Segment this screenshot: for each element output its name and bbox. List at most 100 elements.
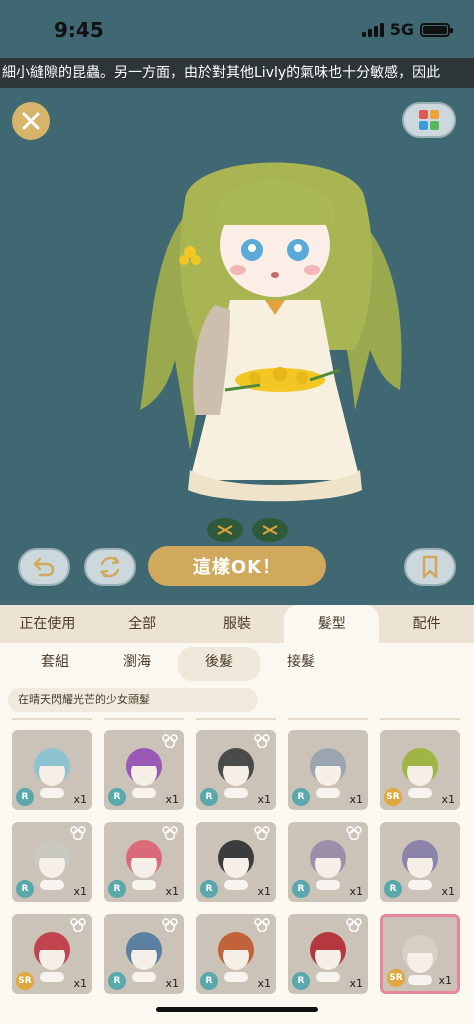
rotate-button[interactable] (84, 548, 136, 586)
item-count: x1 (349, 885, 363, 898)
rarity-badge: R (108, 788, 126, 806)
hair-item-card[interactable]: Rx1 (288, 730, 368, 810)
bookmark-button[interactable] (404, 548, 456, 586)
item-name-label: 在晴天閃耀光芒的少女頭髮 (8, 688, 258, 712)
hair-preview-icon (310, 840, 346, 878)
bear-icon (162, 826, 178, 840)
hair-preview-icon (402, 935, 438, 973)
hair-item-card[interactable]: Rx1 (196, 730, 276, 810)
hair-preview-icon (34, 748, 70, 786)
item-count: x1 (441, 885, 455, 898)
subtab-set[interactable]: 套組 (14, 647, 96, 681)
mannequin-stand (224, 880, 248, 890)
bear-icon (70, 918, 86, 932)
hair-item-card[interactable]: Rx1 (104, 730, 184, 810)
confirm-ok-button[interactable]: 這樣OK！ (148, 546, 326, 586)
item-count: x1 (73, 885, 87, 898)
item-count: x1 (165, 885, 179, 898)
divider (288, 718, 368, 720)
palette-icon (419, 110, 439, 130)
hair-item-card[interactable]: Rx1 (288, 822, 368, 902)
network-label: 5G (389, 20, 414, 39)
tab-all[interactable]: 全部 (95, 605, 190, 643)
hair-preview-icon (310, 748, 346, 786)
bear-icon (254, 918, 270, 932)
bear-icon (162, 734, 178, 748)
hair-preview-icon (218, 748, 254, 786)
rarity-badge: R (384, 880, 402, 898)
mannequin-stand (224, 788, 248, 798)
rarity-badge: SR (387, 969, 405, 987)
item-count: x1 (349, 793, 363, 806)
divider (12, 718, 92, 720)
tab-clothing[interactable]: 服裝 (190, 605, 285, 643)
item-count: x1 (73, 977, 87, 990)
hair-preview-icon (34, 932, 70, 970)
hair-item-card[interactable]: Rx1 (12, 822, 92, 902)
hair-item-card[interactable]: SR x1 (12, 914, 92, 994)
mannequin-stand (408, 788, 432, 798)
rarity-badge: R (292, 972, 310, 990)
battery-icon (420, 22, 453, 37)
status-time: 9:45 (54, 18, 104, 42)
item-count: x1 (349, 977, 363, 990)
avatar-character (140, 162, 402, 542)
divider (104, 718, 184, 720)
rarity-badge: SR (16, 972, 34, 990)
mannequin-stand (40, 788, 64, 798)
close-button[interactable] (12, 102, 50, 140)
bear-icon (254, 826, 270, 840)
rarity-badge: R (200, 880, 218, 898)
rotate-icon (100, 556, 120, 578)
subtab-bangs[interactable]: 瀏海 (96, 647, 178, 681)
mannequin-stand (408, 975, 432, 985)
hair-item-card[interactable]: Rx1 (12, 730, 92, 810)
rarity-badge: SR (384, 788, 402, 806)
hair-item-card[interactable]: Rx1 (196, 822, 276, 902)
subtab-extensions[interactable]: 接髮 (260, 647, 342, 681)
mannequin-stand (316, 880, 340, 890)
hair-item-card[interactable]: Rx1 (380, 822, 460, 902)
status-bar: 9:45 5G (0, 0, 474, 58)
hair-preview-icon (402, 840, 438, 878)
item-count: x1 (438, 974, 452, 987)
hair-item-card[interactable]: SR x1 (380, 730, 460, 810)
hair-item-card[interactable]: Rx1 (104, 914, 184, 994)
mannequin-stand (132, 972, 156, 982)
item-count: x1 (165, 793, 179, 806)
divider (380, 718, 460, 720)
hair-preview-icon (34, 840, 70, 878)
rarity-badge: R (292, 880, 310, 898)
hair-item-grid: Rx1 Rx1 Rx1 Rx1 SR x1 Rx1 Rx1 Rx1 Rx1 Rx1 SR x1 Rx1 Rx… (12, 730, 464, 994)
bear-icon (346, 826, 362, 840)
hair-preview-icon (218, 840, 254, 878)
hair-preview-icon (310, 932, 346, 970)
tab-hairstyle[interactable]: 髮型 (284, 605, 380, 643)
hair-preview-icon (126, 932, 162, 970)
hair-item-card[interactable]: Rx1 (288, 914, 368, 994)
rarity-badge: R (292, 788, 310, 806)
undo-button[interactable] (18, 548, 70, 586)
signal-icon (361, 22, 384, 37)
tab-accessories[interactable]: 配件 (379, 605, 474, 643)
subtab-back-hair[interactable]: 後髮 (178, 647, 260, 681)
hair-item-card[interactable]: SR x1 (380, 914, 460, 994)
mannequin-stand (316, 788, 340, 798)
rarity-badge: R (108, 880, 126, 898)
mannequin-stand (316, 972, 340, 982)
tab-in-use[interactable]: 正在使用 (0, 605, 95, 643)
category-tabs: 正在使用 全部 服裝 髮型 配件 (0, 605, 474, 643)
undo-icon (33, 557, 55, 577)
item-count: x1 (257, 793, 271, 806)
mannequin-stand (224, 972, 248, 982)
mannequin-stand (40, 880, 64, 890)
mannequin-stand (408, 880, 432, 890)
status-indicators: 5G (361, 20, 453, 39)
hair-preview-icon (126, 840, 162, 878)
color-palette-button[interactable] (402, 102, 456, 138)
hair-item-card[interactable]: Rx1 (196, 914, 276, 994)
hair-item-card[interactable]: Rx1 (104, 822, 184, 902)
item-count: x1 (257, 885, 271, 898)
hair-preview-icon (218, 932, 254, 970)
item-count: x1 (73, 793, 87, 806)
